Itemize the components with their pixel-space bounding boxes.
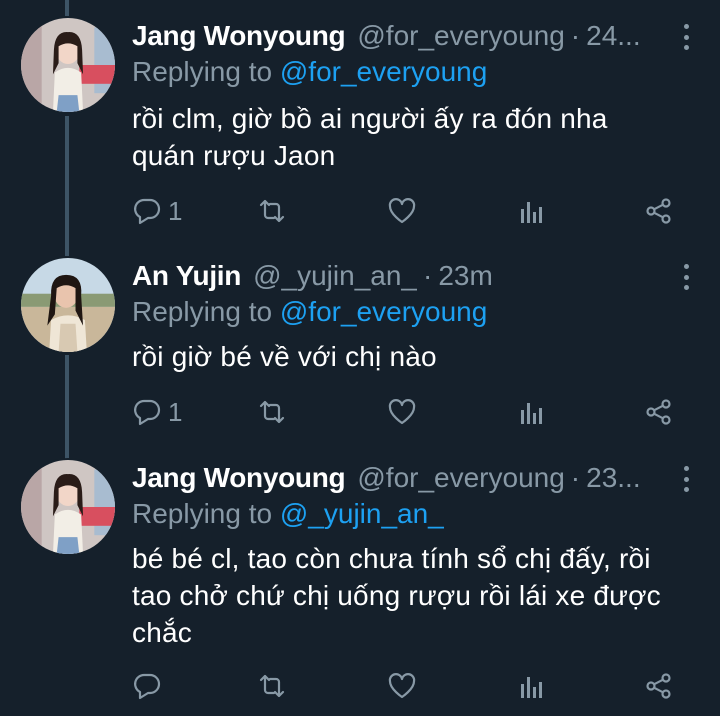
separator-dot: · — [570, 20, 581, 51]
mention-link[interactable]: @for_everyoung — [280, 296, 487, 327]
timestamp[interactable]: 23m — [438, 256, 492, 296]
separator-dot: · — [570, 462, 581, 493]
retweet-button[interactable] — [257, 191, 287, 231]
tweet-header: An Yujin @_yujin_an_ · 23m — [132, 256, 664, 296]
tweet[interactable]: Jang Wonyoung @for_everyoung · 24... Rep… — [0, 16, 720, 246]
analytics-icon — [521, 202, 542, 223]
tweet-text: bé bé cl, tao còn chưa tính sổ chị đấy, … — [132, 540, 680, 651]
mention-link[interactable]: @for_everyoung — [280, 56, 487, 87]
tweet[interactable]: Jang Wonyoung @for_everyoung · 23... Rep… — [0, 458, 720, 716]
more-options-icon[interactable] — [682, 24, 690, 50]
reply-icon — [134, 399, 161, 426]
tweet[interactable]: An Yujin @_yujin_an_ · 23m Replying to @… — [0, 256, 720, 446]
avatar-jang-wonyoung-image — [21, 460, 115, 554]
tweet-text: rồi giờ bé về với chị nào — [132, 338, 680, 375]
reply-button[interactable]: 1 — [132, 191, 182, 231]
replying-prefix: Replying to — [132, 56, 273, 87]
tweet-actions: 1 — [132, 392, 692, 432]
share-icon — [646, 399, 671, 425]
analytics-icon — [521, 403, 542, 424]
reply-button[interactable] — [132, 666, 168, 706]
tweet-header: Jang Wonyoung @for_everyoung · 24... — [132, 16, 664, 56]
like-button[interactable] — [387, 191, 417, 231]
retweet-button[interactable] — [257, 666, 287, 706]
share-button[interactable] — [644, 191, 674, 231]
reply-icon — [134, 198, 161, 225]
tweet-text-line: rồi clm, giờ bồ ai người ấy ra đón nha — [132, 103, 608, 134]
author-name[interactable]: Jang Wonyoung — [132, 16, 346, 56]
tweet-text: rồi clm, giờ bồ ai người ấy ra đón nha q… — [132, 100, 680, 174]
more-options-icon[interactable] — [682, 466, 690, 492]
replying-to: Replying to @for_everyoung — [132, 292, 487, 332]
timestamp[interactable]: 23... — [586, 458, 640, 498]
heart-icon — [388, 673, 416, 699]
analytics-button[interactable] — [517, 191, 547, 231]
replying-prefix: Replying to — [132, 296, 273, 327]
replying-prefix: Replying to — [132, 498, 273, 529]
heart-icon — [388, 198, 416, 224]
tweet-header: Jang Wonyoung @for_everyoung · 23... — [132, 458, 664, 498]
like-button[interactable] — [387, 666, 417, 706]
retweet-icon — [259, 400, 285, 424]
tweet-text-line: quán rượu Jaon — [132, 140, 336, 171]
share-button[interactable] — [644, 392, 674, 432]
replying-to: Replying to @_yujin_an_ — [132, 494, 444, 534]
share-button[interactable] — [644, 666, 674, 706]
reply-icon — [134, 673, 161, 700]
tweet-actions — [132, 666, 692, 706]
avatar-an-yujin-image — [21, 258, 115, 352]
separator-dot: · — [422, 260, 433, 291]
avatar-jang-wonyoung-image — [21, 18, 115, 112]
avatar[interactable] — [19, 256, 117, 354]
reply-count: 1 — [168, 396, 183, 427]
author-name[interactable]: An Yujin — [132, 256, 241, 296]
avatar[interactable] — [19, 458, 117, 556]
reply-count: 1 — [168, 195, 183, 226]
avatar[interactable] — [19, 16, 117, 114]
author-name[interactable]: Jang Wonyoung — [132, 458, 346, 498]
mention-link[interactable]: @_yujin_an_ — [280, 498, 444, 529]
author-handle[interactable]: @for_everyoung — [357, 16, 564, 56]
like-button[interactable] — [387, 392, 417, 432]
analytics-button[interactable] — [517, 392, 547, 432]
analytics-button[interactable] — [517, 666, 547, 706]
analytics-icon — [521, 677, 542, 698]
timestamp[interactable]: 24... — [586, 16, 640, 56]
retweet-button[interactable] — [257, 392, 287, 432]
author-handle[interactable]: @for_everyoung — [357, 458, 564, 498]
heart-icon — [388, 399, 416, 425]
share-icon — [646, 198, 671, 224]
share-icon — [646, 673, 671, 699]
tweet-text-line: bé bé cl, tao còn chưa tính sổ chị đấy, … — [132, 543, 651, 574]
reply-button[interactable]: 1 — [132, 392, 182, 432]
retweet-icon — [259, 199, 285, 223]
author-handle[interactable]: @_yujin_an_ — [253, 256, 417, 296]
tweet-text-line: chắc — [132, 617, 192, 648]
tweet-text-line: rồi giờ bé về với chị nào — [132, 341, 437, 372]
replying-to: Replying to @for_everyoung — [132, 52, 487, 92]
tweet-actions: 1 — [132, 191, 692, 231]
more-options-icon[interactable] — [682, 264, 690, 290]
thread-line — [65, 0, 69, 16]
retweet-icon — [259, 674, 285, 698]
tweet-text-line: tao chở chứ chị uống rượu rồi lái xe đượ… — [132, 580, 661, 611]
